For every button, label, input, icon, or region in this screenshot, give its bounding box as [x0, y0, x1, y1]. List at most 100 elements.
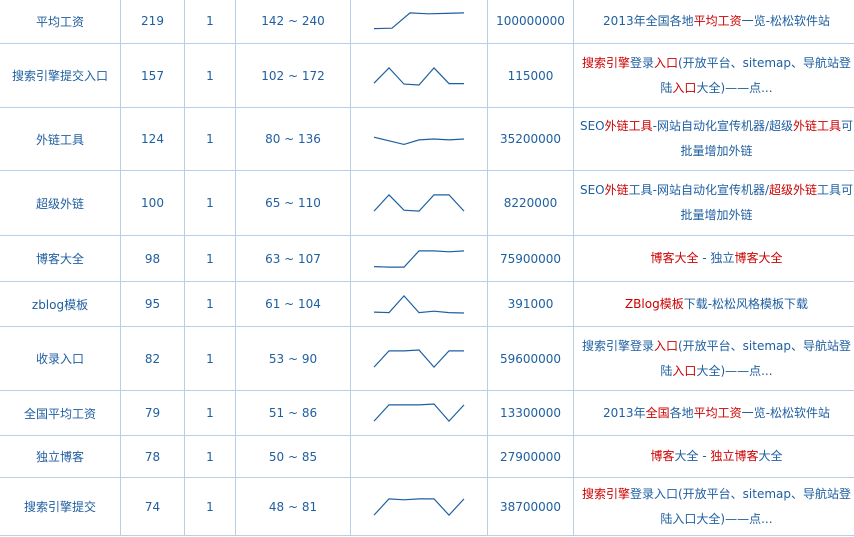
title-text: 一览-松松软件站	[741, 405, 830, 420]
keyword-cell[interactable]: 独立博客	[0, 435, 121, 478]
title-link-cell[interactable]: 博客大全 - 独立博客大全	[573, 435, 854, 478]
title-highlight: 入口	[672, 363, 697, 378]
count-cell: 1	[184, 281, 236, 327]
trend-sparkline	[373, 12, 465, 30]
title-text: 登录	[629, 55, 654, 70]
index-cell: 157	[120, 43, 185, 108]
sparkline-path	[373, 12, 465, 30]
table-row: 搜索引擎提交 74 1 48 ~ 81 38700000 搜索引擎登录入口(开放平台、si…	[0, 477, 854, 536]
trend-cell	[350, 170, 488, 236]
table-row: 超级外链 100 1 65 ~ 110 8220000 SEO外链工具-网站自动化宣传机器…	[0, 170, 854, 236]
volume-cell: 75900000	[487, 235, 574, 282]
title-text: 各地	[669, 405, 694, 420]
volume-cell: 391000	[487, 281, 574, 327]
trend-sparkline	[373, 403, 465, 422]
sparkline-path	[373, 66, 464, 86]
title-link-cell[interactable]: SEO外链工具-网站自动化宣传机器/超级外链工具可批量增加外链	[573, 107, 854, 171]
trend-cell	[350, 281, 488, 327]
table-row: 全国平均工资 79 1 51 ~ 86 13300000 2013年全国各地平均工资一览-…	[0, 390, 854, 436]
volume-cell: 38700000	[487, 477, 574, 536]
sparkline-path	[373, 348, 464, 368]
title-text: SEO	[579, 119, 605, 133]
trend-sparkline	[373, 348, 464, 368]
index-cell: 98	[120, 235, 185, 282]
keyword-cell[interactable]: 超级外链	[0, 170, 121, 236]
trend-cell	[350, 235, 488, 282]
trend-cell	[350, 107, 488, 171]
trend-cell	[350, 435, 488, 478]
title-highlight: 全国	[645, 405, 670, 420]
range-cell: 65 ~ 110	[235, 170, 351, 236]
trend-sparkline	[373, 295, 465, 314]
title-link-cell[interactable]: SEO外链工具-网站自动化宣传机器/超级外链工具可批量增加外链	[573, 170, 854, 236]
title-link-cell[interactable]: ZBlog模板下载-松松风格模板下载	[573, 281, 854, 327]
trend-sparkline	[373, 194, 465, 212]
title-link-cell[interactable]: 博客大全 - 独立博客大全	[573, 235, 854, 282]
keyword-cell[interactable]: 外链工具	[0, 107, 121, 171]
index-cell: 219	[120, 0, 185, 44]
keyword-cell[interactable]: 平均工资	[0, 0, 121, 44]
table-row: 搜索引擎提交入口 157 1 102 ~ 172 115000 搜索引擎登录入口(开放平台…	[0, 43, 854, 108]
keyword-cell[interactable]: 搜索引擎提交入口	[0, 43, 121, 108]
range-cell: 80 ~ 136	[235, 107, 351, 171]
volume-cell: 35200000	[487, 107, 574, 171]
count-cell: 1	[184, 390, 236, 436]
title-text: 大全 -	[674, 449, 711, 463]
range-cell: 51 ~ 86	[235, 390, 351, 436]
index-cell: 78	[120, 435, 185, 478]
trend-cell	[350, 0, 488, 44]
table-row: 独立博客 78 1 50 ~ 85 27900000 博客大全 - 独立博客大全	[0, 435, 854, 478]
volume-cell: 115000	[487, 43, 574, 108]
title-link-cell[interactable]: 2013年全国各地平均工资一览-松松软件站	[573, 0, 854, 44]
range-cell: 50 ~ 85	[235, 435, 351, 478]
trend-cell	[350, 326, 488, 391]
title-text: 登录入口(开放平台、sitemap、导航站登陆入口大全)——点...	[629, 486, 852, 526]
title-highlight: 博客大全	[650, 251, 699, 265]
title-text: 一览-松松软件站	[741, 13, 830, 28]
title-text: SEO	[579, 183, 605, 197]
title-highlight: 平均工资	[693, 13, 742, 28]
title-highlight: ZBlog模板	[624, 296, 684, 311]
title-highlight: 入口	[653, 338, 678, 353]
title-text: 2013年全国各地	[603, 13, 694, 28]
table-row: zblog模板 95 1 61 ~ 104 391000 ZBlog模板下载-松松风格模板…	[0, 281, 854, 327]
title-link-cell[interactable]: 搜索引擎登录入口(开放平台、sitemap、导航站登陆入口大全)——点...	[573, 43, 854, 108]
sparkline-path	[373, 497, 465, 516]
title-link-cell[interactable]: 2013年全国各地平均工资一览-松松软件站	[573, 390, 854, 436]
trend-sparkline	[373, 497, 465, 516]
volume-cell: 8220000	[487, 170, 574, 236]
volume-cell: 100000000	[487, 0, 574, 44]
keyword-cell[interactable]: 博客大全	[0, 235, 121, 282]
trend-sparkline	[373, 249, 465, 268]
title-link-cell[interactable]: 搜索引擎登录入口(开放平台、sitemap、导航站登陆入口大全)——点...	[573, 477, 854, 536]
trend-cell	[350, 477, 488, 536]
title-highlight: 外链工具	[604, 119, 653, 133]
title-text: 大全)——点...	[696, 80, 773, 95]
title-highlight: 外链工具	[793, 119, 842, 133]
trend-sparkline	[373, 136, 465, 146]
keyword-cell[interactable]: 收录入口	[0, 326, 121, 391]
title-text: 下载-松松风格模板下载	[683, 296, 809, 311]
trend-cell	[350, 390, 488, 436]
keyword-cell[interactable]: 全国平均工资	[0, 390, 121, 436]
count-cell: 1	[184, 0, 236, 44]
index-cell: 74	[120, 477, 185, 536]
range-cell: 63 ~ 107	[235, 235, 351, 282]
range-cell: 53 ~ 90	[235, 326, 351, 391]
range-cell: 48 ~ 81	[235, 477, 351, 536]
title-highlight: 平均工资	[693, 405, 742, 420]
trend-cell	[350, 43, 488, 108]
title-text: -网站自动化宣传机器/超级	[652, 119, 793, 133]
index-cell: 95	[120, 281, 185, 327]
keyword-cell[interactable]: zblog模板	[0, 281, 121, 327]
count-cell: 1	[184, 235, 236, 282]
title-text: 2013年	[603, 405, 646, 420]
table-row: 博客大全 98 1 63 ~ 107 75900000 博客大全 - 独立博客大全	[0, 235, 854, 282]
index-cell: 100	[120, 170, 185, 236]
keyword-cell[interactable]: 搜索引擎提交	[0, 477, 121, 536]
trend-sparkline	[373, 66, 464, 86]
title-highlight: 独立博客	[710, 449, 759, 463]
title-text: 搜索引擎登录	[581, 338, 654, 353]
title-link-cell[interactable]: 搜索引擎登录入口(开放平台、sitemap、导航站登陆入口大全)——点...	[573, 326, 854, 391]
sparkline-path	[373, 249, 465, 268]
